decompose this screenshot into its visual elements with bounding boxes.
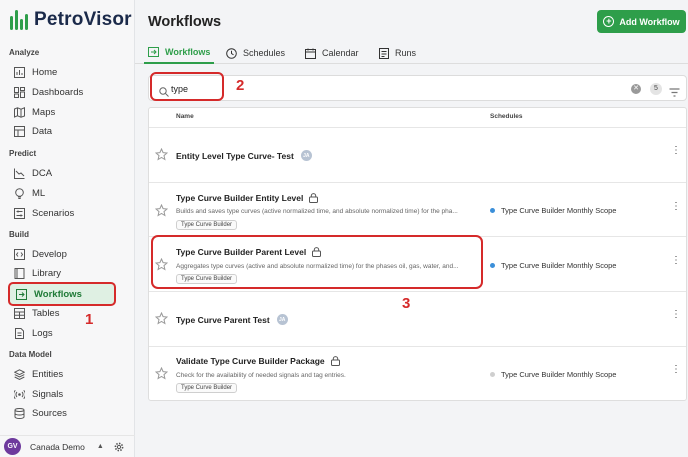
line-chart-icon (14, 168, 25, 179)
section-build: Build (9, 230, 29, 239)
runs-icon (379, 47, 389, 59)
lock-icon (330, 356, 340, 366)
more-options-icon[interactable]: ⋮ (671, 146, 681, 156)
row-highlight-box (151, 235, 483, 289)
sidebar-item-develop[interactable]: Develop (14, 246, 114, 263)
annotation-1: 1 (85, 311, 94, 328)
sidebar-item-dca[interactable]: DCA (14, 165, 114, 182)
schedule-item[interactable]: Type Curve Builder Monthly Scope (490, 206, 616, 215)
sidebar-item-data[interactable]: Data (14, 123, 114, 140)
column-header-schedules[interactable]: Schedules (490, 113, 523, 120)
sidebar-footer: GV Canada Demo ▲ (0, 435, 135, 457)
annotation-2: 2 (236, 77, 245, 94)
workflow-description: Builds and saves type curves (active nor… (176, 208, 458, 215)
sidebar-item-library[interactable]: Library (14, 265, 114, 282)
star-icon[interactable] (154, 366, 169, 385)
sidebar-item-scenarios[interactable]: Scenarios (14, 205, 114, 222)
clear-icon[interactable]: ✕ (631, 84, 641, 94)
workflow-name: Entity Level Type Curve- Test (176, 150, 294, 161)
main-content: Workflows + Add Workflow Workflows Sched… (135, 0, 688, 457)
table-row[interactable]: Entity Level Type Curve- Test JA ⋮ (149, 127, 686, 182)
plus-icon: + (603, 16, 615, 27)
star-icon[interactable] (154, 203, 169, 222)
search-bar: ✕ 5 (148, 75, 687, 101)
section-analyze: Analyze (9, 48, 40, 57)
sidebar: PetroVisor Analyze Home Dashboards Maps … (0, 0, 135, 457)
more-options-icon[interactable]: ⋮ (671, 365, 681, 375)
lock-icon (309, 193, 319, 203)
schedule-item[interactable]: Type Curve Builder Monthly Scope (490, 261, 616, 270)
more-options-icon[interactable]: ⋮ (671, 256, 681, 266)
tab-runs[interactable]: Runs (379, 42, 416, 64)
tag-badge[interactable]: Type Curve Builder (176, 220, 238, 230)
petrovisor-logo-icon (10, 10, 28, 30)
more-options-icon[interactable]: ⋮ (671, 202, 681, 212)
signal-icon (14, 389, 25, 400)
document-icon (14, 328, 25, 339)
code-icon (14, 249, 25, 260)
schedule-status-dot (490, 372, 495, 377)
workflow-icon (148, 47, 159, 57)
sidebar-item-tables[interactable]: Tables (14, 305, 114, 322)
section-predict: Predict (9, 149, 37, 158)
bulb-icon (14, 188, 25, 199)
author-avatar: JA (300, 150, 312, 161)
sidebar-item-logs[interactable]: Logs (14, 325, 114, 342)
calendar-icon (305, 48, 316, 59)
sidebar-item-home[interactable]: Home (14, 64, 114, 81)
schedule-item[interactable]: Type Curve Builder Monthly Scope (490, 370, 616, 379)
sidebar-item-sources[interactable]: Sources (14, 405, 114, 422)
user-avatar[interactable]: GV (4, 438, 21, 455)
map-icon (14, 107, 25, 118)
sidebar-item-signals[interactable]: Signals (14, 386, 114, 403)
result-count-badge: 5 (650, 83, 662, 95)
database-icon (14, 408, 25, 419)
more-options-icon[interactable]: ⋮ (671, 310, 681, 320)
tab-workflows[interactable]: Workflows (144, 42, 215, 64)
annotation-3: 3 (402, 295, 411, 312)
workflow-name: Validate Type Curve Builder Package (176, 356, 325, 366)
tag-badge[interactable]: Type Curve Builder (176, 383, 238, 393)
page-title: Workflows (148, 14, 222, 30)
logo[interactable]: PetroVisor (10, 9, 132, 31)
sidebar-item-entities[interactable]: Entities (14, 366, 114, 383)
table-icon (14, 126, 25, 137)
sliders-icon (14, 208, 25, 219)
sidebar-item-ml[interactable]: ML (14, 185, 114, 202)
section-data-model: Data Model (9, 350, 52, 359)
filter-icon[interactable] (669, 84, 680, 102)
gear-icon[interactable] (114, 442, 124, 452)
book-icon (14, 268, 25, 279)
workflow-description: Check for the availability of needed sig… (176, 372, 346, 379)
sidebar-item-workflows[interactable]: Workflows (8, 282, 116, 306)
sidebar-item-dashboards[interactable]: Dashboards (14, 84, 114, 101)
org-name[interactable]: Canada Demo (30, 442, 85, 452)
table-row[interactable]: Validate Type Curve Builder Package Chec… (149, 346, 686, 401)
dashboard-icon (14, 87, 25, 98)
workflow-name: Type Curve Parent Test (176, 314, 270, 325)
clock-icon (226, 47, 237, 59)
author-avatar: JA (276, 314, 288, 325)
chart-icon (14, 67, 25, 78)
table-icon (14, 308, 25, 319)
table-row[interactable]: Type Curve Parent Test JA ⋮ (149, 291, 686, 346)
workflow-name: Type Curve Builder Entity Level (176, 193, 304, 203)
search-highlight-box (150, 72, 224, 101)
tab-schedules[interactable]: Schedules (226, 42, 285, 64)
table-row[interactable]: Type Curve Builder Entity Level Builds a… (149, 182, 686, 236)
add-workflow-button[interactable]: + Add Workflow (597, 10, 686, 33)
schedule-status-dot (490, 263, 495, 268)
chevron-up-icon[interactable]: ▲ (97, 443, 104, 450)
workflow-icon (16, 288, 27, 300)
tab-calendar[interactable]: Calendar (305, 42, 359, 64)
layers-icon (14, 369, 25, 380)
app-name: PetroVisor (34, 9, 132, 30)
column-header-name[interactable]: Name (176, 113, 194, 120)
tab-bar: Workflows Schedules Calendar Runs (135, 42, 688, 64)
schedule-status-dot (490, 208, 495, 213)
star-icon[interactable] (154, 147, 169, 166)
star-icon[interactable] (154, 311, 169, 330)
sidebar-item-maps[interactable]: Maps (14, 104, 114, 121)
